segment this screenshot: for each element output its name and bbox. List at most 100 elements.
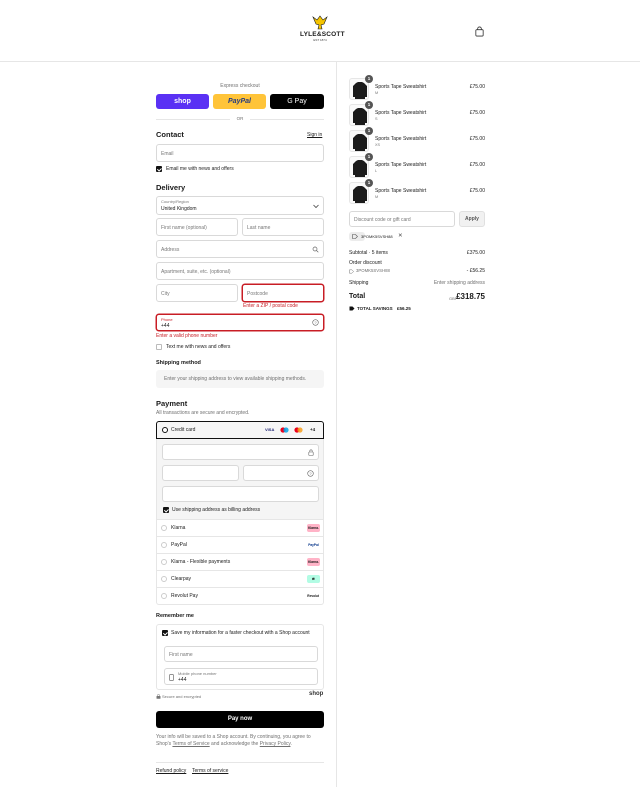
discount-code-field[interactable]: Discount code or gift card [349,211,455,227]
credit-card-radio[interactable] [162,427,168,433]
total-label: Total [349,293,366,300]
payment-option-radio[interactable] [161,542,167,548]
city-field[interactable]: City [156,284,238,302]
payment-heading: Payment [156,399,188,408]
payment-option-1[interactable]: PayPal PayPal [156,536,324,553]
refund-policy-link[interactable]: Refund policy [156,768,186,774]
payment-option-3[interactable]: Clearpay ⇄ [156,570,324,587]
phone-label: Phone [161,317,173,322]
item-price: £75.00 [469,136,485,142]
expiry-field[interactable] [162,465,239,481]
card-number-field[interactable] [162,444,319,460]
payment-option-radio[interactable] [161,559,167,565]
order-item: 1 Sports Tape Sweatshirt M £75.00 [349,75,485,100]
payment-option-2[interactable]: Klarna - Flexible payments Klarna. [156,553,324,570]
phone-value: +44 [161,323,170,329]
visa-icon: VISA [265,427,275,432]
last-name-field[interactable]: Last name [242,218,324,236]
apply-discount-button[interactable]: Apply [459,211,485,227]
item-size: S [375,117,378,121]
mobile-phone-label: Mobile phone number [178,671,217,676]
email-news-checkbox[interactable] [156,166,162,172]
remember-first-name-field[interactable]: First name [164,646,318,662]
subtotal-label: Subtotal · 5 items [349,250,388,256]
sign-in-link[interactable]: Sign in [307,132,322,138]
shipping-method-heading: Shipping method [156,360,201,366]
tag-icon [349,269,354,274]
country-select[interactable]: Country/Region United Kingdom [156,196,324,215]
mobile-phone-field[interactable]: Mobile phone number +44 [164,668,318,685]
item-quantity-badge: 1 [365,75,373,83]
item-quantity-badge: 1 [365,153,373,161]
item-price: £75.00 [469,188,485,194]
order-item: 1 Sports Tape Sweatshirt XS £75.00 [349,127,485,152]
shipping-method-box: Enter your shipping address to view avai… [156,370,324,388]
payment-option-0[interactable]: Klarna Klarna. [156,519,324,536]
item-name: Sports Tape Sweatshirt [375,136,427,142]
chevron-down-icon [313,204,319,209]
credit-card-option[interactable]: Credit card VISA +4 [156,421,324,439]
terms-of-service-link[interactable]: Terms of service [192,768,228,774]
pay-now-button[interactable]: Pay now [156,711,324,728]
name-on-card-field[interactable] [162,486,319,502]
shop-privacy-link[interactable]: Privacy Policy [260,741,291,747]
google-pay-button[interactable]: G Pay [270,94,324,109]
text-news-checkbox[interactable] [156,344,162,350]
help-circle-icon[interactable]: ? [312,319,319,326]
billing-same-label: Use shipping address as billing address [172,507,261,513]
header: LYLE&SCOTT EST 1874 [0,0,640,62]
express-checkout-title: Express checkout [220,83,260,89]
payment-option-logo: PayPal [307,541,320,549]
item-price: £75.00 [469,84,485,90]
brand-wordmark: LYLE&SCOTT [300,31,345,38]
brand-logo[interactable]: LYLE&SCOTT EST 1874 [300,14,345,46]
shop-pay-button[interactable]: shop [156,94,209,109]
billing-same-checkbox[interactable] [163,507,169,513]
address-field[interactable]: Address [156,240,324,258]
lock-icon [308,449,314,456]
remove-discount-icon[interactable]: ✕ [398,233,403,239]
phone-field[interactable]: Phone +44 ? [156,314,324,331]
first-name-placeholder: First name (optional) [161,225,207,231]
product-thumbnail: 1 [349,75,373,100]
svg-text:?: ? [314,320,317,325]
save-info-checkbox[interactable] [162,630,168,636]
payment-option-name: Klarna [171,525,186,531]
item-size: M [375,195,379,199]
payment-option-radio[interactable] [161,593,167,599]
payment-option-logo: Revolut [306,592,320,600]
country-label: Country/Region [161,199,189,204]
country-value: United Kingdom [161,206,197,212]
payment-option-logo: Klarna. [307,524,320,532]
shopping-bag-icon[interactable] [474,26,485,37]
product-thumbnail: 1 [349,153,373,178]
discount-tag-code: 3POMK5SVSH88 [361,234,393,239]
postcode-placeholder: Postcode [247,291,268,297]
subtotal-value: £375.00 [466,250,485,256]
email-field[interactable]: Email [156,144,324,162]
item-price: £75.00 [469,110,485,116]
item-size: XS [375,143,381,147]
paypal-button[interactable]: PayPal [213,94,266,109]
shipping-method-message: Enter your shipping address to view avai… [164,376,307,382]
apartment-placeholder: Apartment, suite, etc. (optional) [161,269,231,275]
payment-option-logo: ⇄ [307,575,320,583]
payment-option-radio[interactable] [161,525,167,531]
total-value: £318.75 [456,292,485,301]
security-code-field[interactable]: ? [243,465,319,481]
help-circle-icon[interactable]: ? [307,470,314,477]
payment-option-radio[interactable] [161,576,167,582]
product-thumbnail: 1 [349,101,373,126]
apartment-field[interactable]: Apartment, suite, etc. (optional) [156,262,324,280]
delivery-heading: Delivery [156,183,186,192]
first-name-field[interactable]: First name (optional) [156,218,238,236]
total-savings-label: TOTAL SAVINGS [357,306,393,311]
discount-code-placeholder: Discount code or gift card [354,217,411,223]
shop-terms-link[interactable]: Terms of Service [172,741,209,747]
payment-option-4[interactable]: Revolut Pay Revolut [156,587,324,604]
divider-right [250,119,324,120]
mastercard-icon [294,427,303,433]
disclaimer-text-2: and acknowledge the [209,741,260,747]
search-icon [312,246,319,253]
postcode-field[interactable]: Postcode [242,284,324,302]
